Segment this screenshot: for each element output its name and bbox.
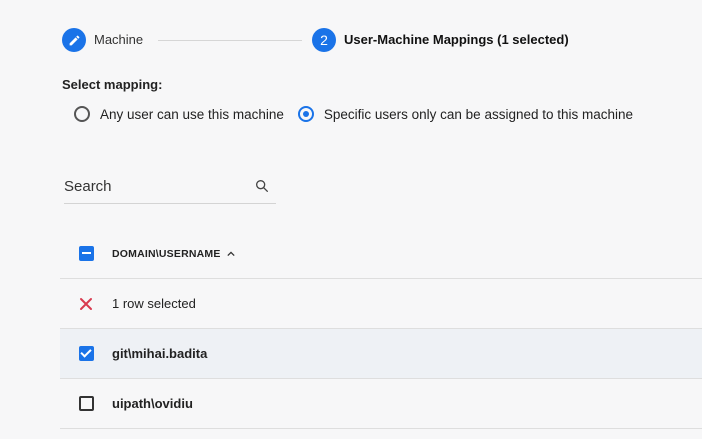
table-row[interactable]: uipath\ovidiu (60, 379, 702, 429)
selection-bar: 1 row selected (60, 279, 702, 329)
step-connector (158, 40, 302, 41)
step-machine-circle[interactable] (62, 28, 86, 52)
mapping-radio-group: Any user can use this machine Specific u… (74, 106, 633, 122)
table-header-row: DOMAIN\USERNAME (60, 229, 702, 279)
radio-any-user[interactable] (74, 106, 90, 122)
column-header-label: DOMAIN\USERNAME (112, 247, 221, 260)
selection-count-text: 1 row selected (112, 296, 196, 311)
users-table: DOMAIN\USERNAME 1 row selected git\mihai… (60, 229, 702, 429)
radio-any-user-label[interactable]: Any user can use this machine (100, 107, 284, 122)
search-input[interactable]: Search (64, 174, 276, 204)
row-checkbox[interactable] (78, 396, 94, 411)
pencil-icon (69, 35, 79, 45)
select-all-checkbox[interactable] (78, 246, 94, 261)
username-cell: uipath\ovidiu (112, 396, 193, 411)
user-machine-mapping-page: Machine 2 User-Machine Mappings (1 selec… (0, 0, 702, 439)
column-header-username[interactable]: DOMAIN\USERNAME (112, 248, 235, 260)
radio-specific-users-label[interactable]: Specific users only can be assigned to t… (324, 107, 633, 122)
chevron-up-icon[interactable] (226, 250, 235, 257)
search-placeholder: Search (64, 178, 112, 195)
table-row[interactable]: git\mihai.badita (60, 329, 702, 379)
step-mappings-label[interactable]: User-Machine Mappings (1 selected) (344, 32, 569, 48)
stepper: Machine 2 User-Machine Mappings (1 selec… (62, 26, 702, 54)
search-icon[interactable] (254, 178, 270, 194)
radio-specific-users[interactable] (297, 106, 314, 122)
username-cell: git\mihai.badita (112, 346, 208, 361)
row-checkbox[interactable] (78, 346, 94, 361)
select-mapping-title: Select mapping: (62, 77, 163, 92)
close-icon[interactable] (79, 297, 93, 311)
step-machine-label[interactable]: Machine (94, 32, 143, 48)
step-mappings-circle[interactable]: 2 (312, 28, 336, 52)
